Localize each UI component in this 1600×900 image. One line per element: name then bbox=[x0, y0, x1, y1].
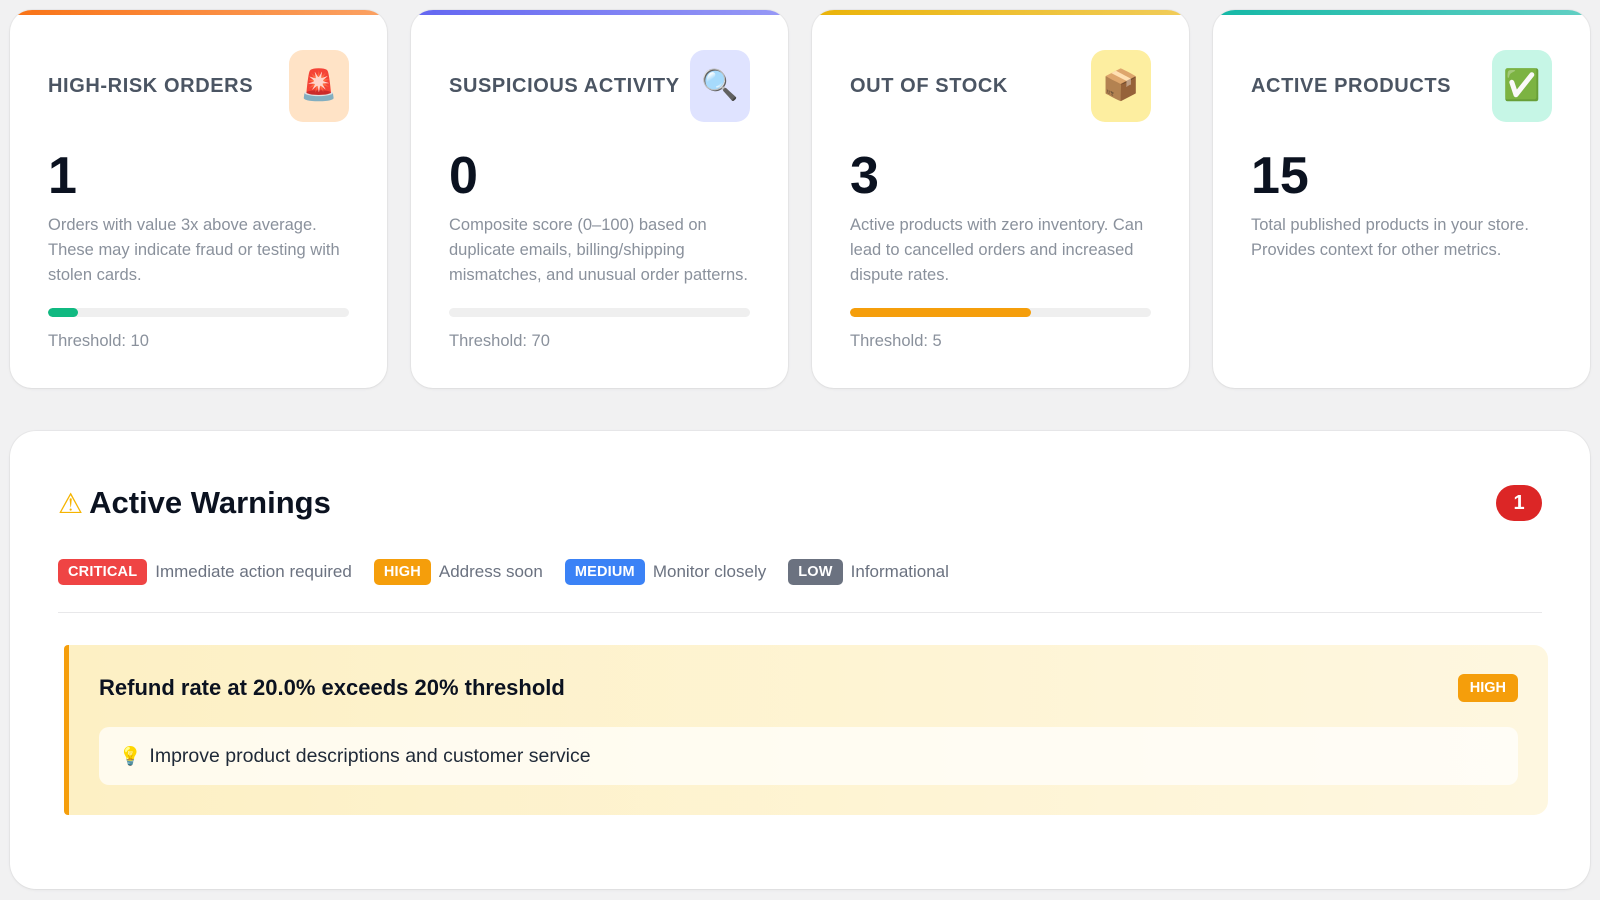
card-title: HIGH-RISK ORDERS bbox=[48, 75, 254, 97]
card-accent-bar bbox=[1213, 10, 1590, 15]
card-out-of-stock: OUT OF STOCK 📦 3 Active products with ze… bbox=[812, 10, 1189, 388]
card-title: ACTIVE PRODUCTS bbox=[1251, 75, 1452, 97]
legend-item-high: HIGH Address soon bbox=[373, 559, 543, 585]
card-title: SUSPICIOUS ACTIVITY bbox=[449, 75, 680, 97]
card-description: Composite score (0–100) based on duplica… bbox=[449, 216, 748, 284]
siren-icon: 🚨 bbox=[289, 50, 349, 122]
legend-item-low: LOW Informational bbox=[788, 559, 949, 585]
recommendation-text: Improve product descriptions and custome… bbox=[149, 744, 591, 767]
divider bbox=[58, 612, 1542, 613]
legend-item-medium: MEDIUM Monitor closely bbox=[564, 559, 767, 585]
card-high-risk-orders: HIGH-RISK ORDERS 🚨 1 Orders with value 3… bbox=[10, 10, 387, 388]
warning-alert[interactable]: Refund rate at 20.0% exceeds 20% thresho… bbox=[64, 645, 1548, 815]
package-icon: 📦 bbox=[1091, 50, 1151, 122]
alert-severity-badge: HIGH bbox=[1457, 674, 1518, 702]
card-value: 15 bbox=[1251, 147, 1309, 205]
card-accent-bar bbox=[812, 10, 1189, 15]
progress-bar bbox=[850, 308, 1151, 317]
severity-badge: LOW bbox=[788, 559, 843, 585]
card-value: 1 bbox=[48, 147, 77, 205]
card-value: 3 bbox=[850, 147, 879, 205]
card-value: 0 bbox=[449, 147, 478, 205]
threshold-label: Threshold: 70 bbox=[449, 332, 550, 350]
warning-icon: ⚠ bbox=[58, 486, 84, 520]
alert-title: Refund rate at 20.0% exceeds 20% thresho… bbox=[99, 675, 565, 700]
lightbulb-icon: 💡 bbox=[119, 745, 142, 767]
legend-item-critical: CRITICAL Immediate action required bbox=[58, 559, 352, 585]
active-warnings-panel: ⚠ Active Warnings 1 CRITICAL Immediate a… bbox=[10, 431, 1590, 889]
card-suspicious-activity: SUSPICIOUS ACTIVITY 🔍 0 Composite score … bbox=[411, 10, 788, 388]
card-description: Total published products in your store. … bbox=[1251, 216, 1529, 259]
alert-recommendation: 💡 Improve product descriptions and custo… bbox=[99, 727, 1518, 785]
legend-text: Immediate action required bbox=[155, 562, 352, 581]
progress-fill bbox=[48, 308, 79, 317]
card-accent-bar bbox=[10, 10, 387, 15]
severity-badge: MEDIUM bbox=[564, 559, 645, 585]
severity-badge: HIGH bbox=[373, 559, 431, 585]
severity-legend: CRITICAL Immediate action required HIGH … bbox=[58, 559, 971, 585]
progress-bar bbox=[48, 308, 349, 317]
card-description: Orders with value 3x above average. Thes… bbox=[48, 216, 340, 284]
legend-text: Monitor closely bbox=[652, 562, 767, 581]
panel-title: Active Warnings bbox=[89, 485, 331, 520]
check-box-icon: ✅ bbox=[1492, 50, 1552, 122]
warning-count-badge: 1 bbox=[1496, 485, 1542, 521]
progress-fill bbox=[850, 308, 1031, 317]
magnifier-icon: 🔍 bbox=[690, 50, 750, 122]
progress-bar bbox=[449, 308, 750, 317]
severity-badge: CRITICAL bbox=[58, 559, 148, 585]
legend-text: Informational bbox=[850, 562, 949, 581]
threshold-label: Threshold: 5 bbox=[850, 332, 942, 350]
card-accent-bar bbox=[411, 10, 788, 15]
metric-cards: HIGH-RISK ORDERS 🚨 1 Orders with value 3… bbox=[10, 10, 1590, 388]
card-description: Active products with zero inventory. Can… bbox=[850, 216, 1144, 284]
card-title: OUT OF STOCK bbox=[850, 75, 1008, 97]
card-active-products: ACTIVE PRODUCTS ✅ 15 Total published pro… bbox=[1213, 10, 1590, 388]
legend-text: Address soon bbox=[438, 562, 543, 581]
threshold-label: Threshold: 10 bbox=[48, 332, 149, 350]
